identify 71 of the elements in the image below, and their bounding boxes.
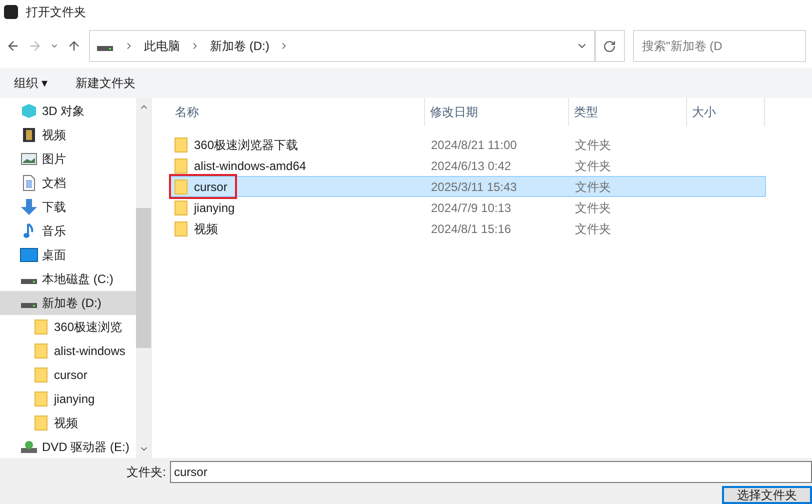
scrollbar[interactable] [136,98,151,458]
file-name: 视频 [194,220,218,238]
search-field[interactable]: 搜索"新加卷 (D [633,30,806,62]
modified-date: 2024/6/13 0:42 [430,158,512,174]
sidebar-item[interactable]: 视频 [0,411,136,435]
new-folder-button[interactable]: 新建文件夹 [75,74,136,92]
film-icon [22,127,36,143]
folder-name-field[interactable]: cursor [170,461,812,483]
folder-icon [34,343,48,359]
down-arrow-icon [21,199,37,215]
column-header[interactable]: 大小 [687,98,765,126]
sidebar-item[interactable]: jianying [0,387,136,411]
picture-icon [21,152,37,166]
file-type: 文件夹 [574,200,612,216]
music-note-icon [23,223,35,239]
sidebar-item[interactable]: 360极速浏览 [0,315,136,339]
folder-icon [174,178,188,194]
refresh-icon [603,40,616,52]
folder-icon [34,319,48,335]
file-name: cursor [194,178,228,196]
sidebar-item[interactable]: cursor [0,363,136,387]
folder-icon [34,367,48,383]
file-row[interactable]: 360极速浏览器下载 2024/8/21 11:00 文件夹 [170,134,766,155]
sidebar-item[interactable]: 下载 [0,195,136,219]
file-row[interactable]: alist-windows-amd64 2024/6/13 0:42 文件夹 [170,155,766,176]
folder-icon [174,200,188,216]
file-row[interactable]: cursor 2025/3/11 15:43 文件夹 [170,176,766,197]
breadcrumb[interactable]: 新加卷 (D:) [210,37,270,55]
folder-icon [34,415,48,431]
sidebar-item[interactable]: 新加卷 (D:) [0,291,136,315]
address-bar[interactable]: 此电脑 新加卷 (D:) [89,30,595,62]
sidebar-item[interactable]: 音乐 [0,219,136,243]
modified-date: 2024/7/9 10:13 [430,200,512,216]
sidebar-item[interactable]: 图片 [0,147,136,171]
document-icon [22,175,36,191]
modified-date: 2024/8/1 15:16 [430,220,512,238]
file-row[interactable]: jianying 2024/7/9 10:13 文件夹 [170,197,766,218]
dvd-drive-icon [20,440,38,454]
folder-icon [174,158,188,174]
file-name: alist-windows-amd64 [194,158,306,174]
window-title: 打开文件夹 [26,4,86,21]
folder-icon [174,136,188,152]
sidebar-item[interactable]: 3D 对象 [0,99,136,123]
modified-date: 2024/8/21 11:00 [430,136,518,154]
sidebar-item[interactable]: 本地磁盘 (C:) [0,267,136,291]
sidebar-item[interactable]: alist-windows [0,339,136,363]
app-icon [4,5,18,19]
folder-icon [34,391,48,407]
file-type: 文件夹 [574,158,612,174]
file-type: 文件夹 [574,136,612,154]
desktop-icon [20,248,38,262]
sidebar-item[interactable]: 视频 [0,123,136,147]
modified-date: 2025/3/11 15:43 [430,178,518,196]
file-row[interactable]: 视频 2024/8/1 15:16 文件夹 [170,218,766,239]
breadcrumb[interactable]: 此电脑 [144,37,180,55]
column-header[interactable]: 修改日期 [425,98,569,126]
organize-button[interactable]: 组织 ▾ [14,74,48,92]
sidebar-item[interactable]: 桌面 [0,243,136,267]
sidebar-item[interactable]: DVD 驱动器 (E:) [0,435,136,459]
column-header[interactable]: 名称 [170,98,425,126]
cube-icon [21,103,37,119]
sidebar-item[interactable]: 文档 [0,171,136,195]
file-name: jianying [194,200,235,216]
file-type: 文件夹 [574,178,612,196]
file-name: 360极速浏览器下载 [194,136,298,154]
field-label: 文件夹: [126,464,167,481]
select-folder-button[interactable]: 选择文件夹 [722,486,812,504]
refresh-button[interactable] [594,30,625,62]
column-header[interactable]: 类型 [569,98,687,126]
file-type: 文件夹 [574,220,612,238]
folder-icon [174,220,188,236]
